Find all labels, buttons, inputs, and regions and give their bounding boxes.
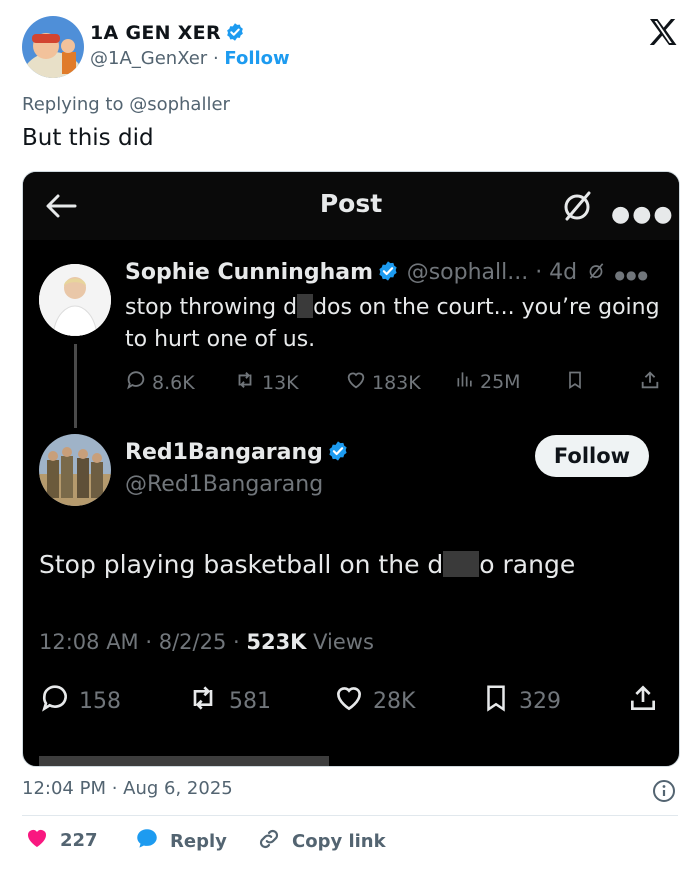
- main-author-avatar: [39, 434, 111, 506]
- tweet-timestamp[interactable]: 12:04 PM · Aug 6, 2025: [22, 778, 233, 799]
- main-likes: 28K: [333, 682, 415, 720]
- main-reposts: 581: [185, 682, 271, 720]
- redaction-block: [443, 551, 480, 577]
- separator-dot: ·: [212, 48, 219, 69]
- quoted-reposts-count: 13K: [262, 371, 299, 394]
- quoted-author-name: Sophie Cunningham: [125, 260, 374, 285]
- reply-bubble-icon: [134, 826, 160, 857]
- more-options-icon: ●●●: [611, 202, 675, 227]
- cropped-text-fragment: [39, 744, 359, 766]
- quoted-text-start: stop throwing d: [125, 295, 298, 320]
- quoted-author-line: Sophie Cunningham @sophall... · 4d ●●●: [125, 260, 649, 288]
- verified-badge-icon: [377, 260, 399, 288]
- divider: [22, 815, 678, 816]
- info-icon[interactable]: [652, 779, 676, 807]
- quoted-likes: 183K: [345, 369, 421, 396]
- main-date: 8/2/25: [158, 630, 227, 654]
- main-follow-button: Follow: [535, 435, 649, 477]
- main-author-name: Red1Bangarang: [125, 440, 323, 465]
- reply-icon: [125, 369, 147, 396]
- quoted-author-avatar: [39, 264, 111, 336]
- verified-badge-icon: [327, 440, 349, 468]
- quoted-views-count: 25M: [480, 370, 521, 393]
- repost-icon: [185, 682, 221, 720]
- quoted-reposts: 13K: [233, 369, 299, 396]
- main-time: 12:08 AM: [39, 630, 139, 654]
- share-icon: [639, 369, 661, 391]
- author-name[interactable]: 1A GEN XER: [90, 22, 245, 47]
- quoted-replies: 8.6K: [125, 369, 195, 396]
- grok-icon: [559, 188, 595, 228]
- reply-icon: [39, 682, 71, 720]
- redaction-block: [297, 294, 314, 318]
- tweet-text: But this did: [22, 125, 154, 151]
- main-bookmarks-count: 329: [519, 688, 561, 714]
- heart-icon: [345, 369, 367, 396]
- main-replies: 158: [39, 682, 121, 720]
- author-handle[interactable]: @1A_GenXer: [90, 48, 207, 69]
- main-text: Stop playing basketball on the d o range: [39, 550, 575, 579]
- link-icon: [256, 826, 282, 857]
- copy-link-label: Copy link: [292, 831, 386, 852]
- replying-to: Replying to @sophaller: [22, 94, 230, 115]
- bookmark-icon: [481, 682, 511, 720]
- like-count: 227: [60, 830, 98, 851]
- main-author-handle: @Red1Bangarang: [125, 472, 324, 497]
- quoted-handle-time: @sophall... · 4d: [406, 260, 578, 285]
- main-views-count: 523K: [246, 630, 307, 654]
- views-icon: [455, 369, 475, 394]
- reply-label: Reply: [170, 831, 227, 852]
- heart-filled-icon: [24, 826, 50, 855]
- main-meta: 12:08 AM · 8/2/25 · 523K Views: [39, 630, 374, 654]
- tweet-footer: 227 Reply Copy link: [22, 826, 678, 856]
- like-action[interactable]: 227: [24, 826, 98, 855]
- heart-icon: [333, 682, 365, 720]
- quoted-metrics: 8.6K 13K 183K 25M: [125, 369, 665, 395]
- share-icon: [627, 682, 659, 714]
- main-likes-count: 28K: [373, 688, 416, 714]
- quoted-likes-count: 183K: [372, 371, 421, 394]
- author-display-name: 1A GEN XER: [90, 22, 221, 44]
- bookmark-icon: [565, 369, 585, 391]
- main-actions: 158 581 28K 329: [39, 682, 669, 722]
- main-replies-count: 158: [79, 688, 121, 714]
- verified-badge-icon: [225, 22, 245, 47]
- main-author-line: Red1Bangarang: [125, 440, 349, 468]
- follow-link[interactable]: Follow: [224, 48, 289, 69]
- author-handle-line: @1A_GenXer · Follow: [90, 48, 290, 69]
- quoted-replies-count: 8.6K: [152, 371, 195, 394]
- main-bookmarks: 329: [481, 682, 561, 720]
- repost-icon: [233, 369, 257, 396]
- embedded-screenshot[interactable]: Post ●●● Sophie Cunningham @sophall... ·…: [22, 171, 680, 767]
- grok-small-icon: [585, 260, 607, 285]
- thread-connector-line: [74, 344, 77, 428]
- main-text-start: Stop playing basketball on the d: [39, 550, 444, 579]
- x-logo-icon[interactable]: [648, 18, 678, 46]
- copy-link-action[interactable]: Copy link: [256, 826, 386, 857]
- main-views-label: Views: [313, 630, 374, 654]
- main-reposts-count: 581: [229, 688, 271, 714]
- more-small-icon: ●●●: [614, 268, 649, 282]
- quoted-views: 25M: [455, 369, 521, 394]
- main-text-end: o range: [479, 550, 576, 579]
- reply-action[interactable]: Reply: [134, 826, 227, 857]
- author-avatar[interactable]: [22, 16, 84, 78]
- quoted-text: stop throwing d dos on the court... you’r…: [125, 292, 665, 356]
